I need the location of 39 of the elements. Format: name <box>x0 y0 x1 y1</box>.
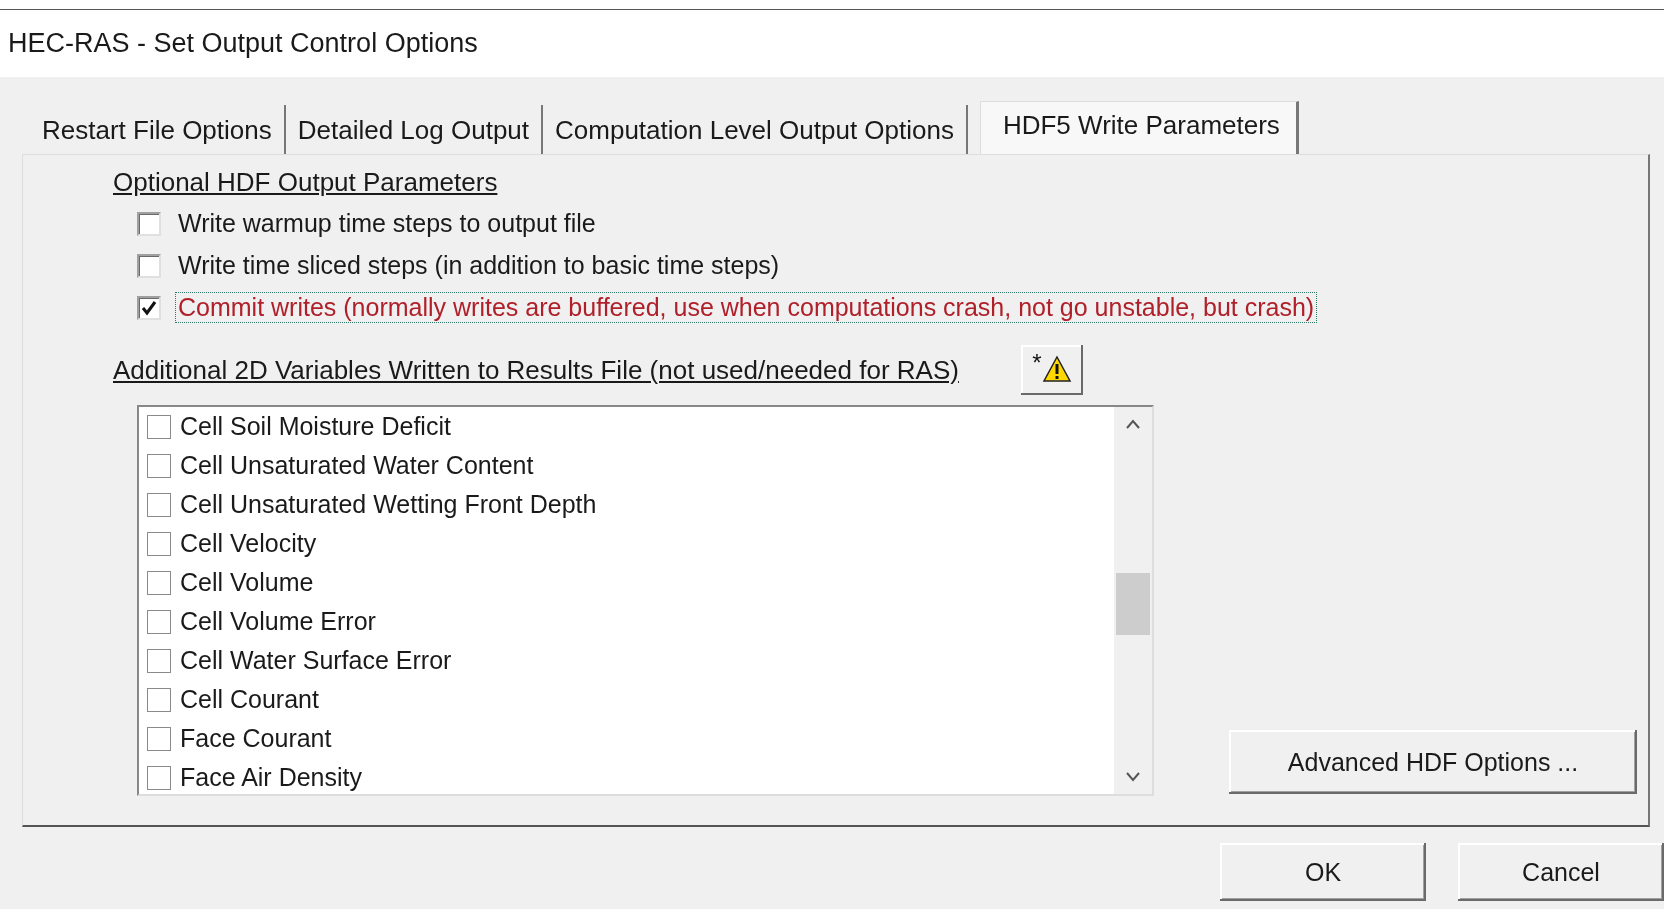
checkbox-label[interactable]: Cell Soil Moisture Deficit <box>177 411 454 442</box>
checkbox-label[interactable]: Commit writes (normally writes are buffered, use when computations crash, not go unstable, but crash) <box>175 292 1318 323</box>
scrollbar[interactable] <box>1114 407 1152 794</box>
checkbox[interactable] <box>147 414 171 439</box>
checkbox-label[interactable]: Cell Courant <box>177 684 322 715</box>
checkbox-label[interactable]: Cell Volume <box>177 567 317 598</box>
checkbox-label[interactable]: Cell Volume Error <box>177 606 379 637</box>
checkbox[interactable] <box>137 295 161 320</box>
window-title: HEC-RAS - Set Output Control Options <box>8 28 478 59</box>
cancel-button[interactable]: Cancel <box>1458 843 1664 901</box>
checkbox[interactable] <box>147 648 171 673</box>
checkbox-label[interactable]: Cell Water Surface Error <box>177 645 455 676</box>
tab[interactable]: HDF5 Write Parameters <box>979 101 1299 155</box>
warning-icon <box>1041 355 1072 383</box>
checkbox-label[interactable]: Write warmup time steps to output file <box>175 208 599 239</box>
scrollbar-thumb[interactable] <box>1116 573 1150 635</box>
section-heading: Additional 2D Variables Written to Results File (not used/needed for RAS) <box>113 354 959 386</box>
checkbox[interactable] <box>147 492 171 517</box>
checkbox[interactable] <box>147 609 171 634</box>
checkbox-label[interactable]: Write time sliced steps (in addition to basic time steps) <box>175 250 783 281</box>
checkbox[interactable] <box>147 531 171 556</box>
checkbox[interactable] <box>147 453 171 478</box>
checkbox[interactable] <box>147 570 171 595</box>
scroll-down-icon[interactable] <box>1125 772 1141 782</box>
checkbox-label[interactable]: Face Courant <box>177 723 335 754</box>
checkbox-label[interactable]: Cell Velocity <box>177 528 320 559</box>
checkbox[interactable] <box>147 687 171 712</box>
checkbox[interactable] <box>137 253 161 278</box>
section-heading: Optional HDF Output Parameters <box>113 167 498 198</box>
checkbox-label[interactable]: Cell Unsaturated Water Content <box>177 450 537 481</box>
checkbox[interactable] <box>137 211 161 236</box>
scroll-up-icon[interactable] <box>1125 419 1141 429</box>
checkbox-label[interactable]: Cell Unsaturated Wetting Front Depth <box>177 489 600 520</box>
warning-button[interactable]: * <box>1020 345 1083 395</box>
advanced-options-button[interactable]: Advanced HDF Options ... <box>1229 730 1637 794</box>
checkbox-label[interactable]: Face Air Density <box>177 762 365 793</box>
checkbox[interactable] <box>147 726 171 751</box>
checkbox[interactable] <box>147 765 171 790</box>
ok-button[interactable]: OK <box>1220 843 1426 901</box>
